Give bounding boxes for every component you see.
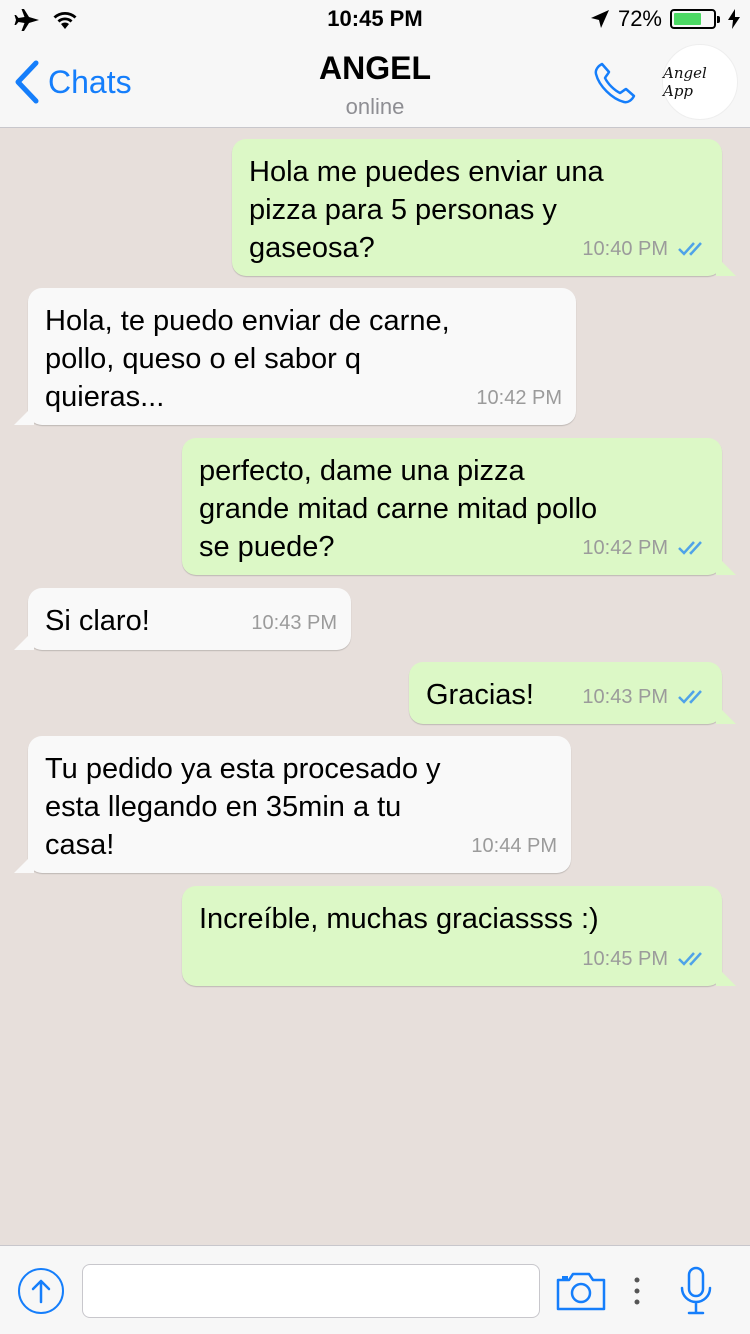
message-time: 10:43 PM [251,612,337,634]
double-check-icon [678,690,702,704]
battery-percent: 72% [617,6,662,31]
send-arrow-icon [31,1279,51,1304]
message-bubble-incoming[interactable]: Tu pedido ya esta procesado y esta llega… [14,736,571,873]
location-arrow-icon [590,10,609,28]
status-bar: 10:45 PM 72% [0,0,750,40]
message-bubble-incoming[interactable]: Si claro! 10:43 PM [14,588,351,650]
double-check-icon [678,242,702,256]
message-input-bar [0,1245,750,1334]
battery-icon [670,9,720,29]
message-time: 10:42 PM [582,537,668,559]
message-input[interactable] [82,1264,540,1318]
double-check-icon [678,952,702,966]
message-bubble-outgoing[interactable]: Gracias! 10:43 PM [409,662,736,724]
conversation-header: Chats ANGEL online Angel App [0,40,750,128]
message-bubble-outgoing[interactable]: perfecto, dame una pizza grande mitad ca… [182,438,736,575]
message-time: 10:45 PM [582,948,668,970]
message-time: 10:42 PM [476,387,562,409]
microphone-icon[interactable] [678,1266,714,1316]
avatar-logo-text: Angel App [663,64,707,100]
message-bubble-incoming[interactable]: Hola, te puedo enviar de carne, pollo, q… [14,288,576,425]
message-list[interactable]: Hola me puedes enviar una pizza para 5 p… [0,129,750,1244]
battery-level-fill [674,13,702,25]
send-arrow-button[interactable] [18,1268,64,1314]
more-dots-icon[interactable] [630,1276,644,1306]
double-check-icon [678,541,702,555]
message-time: 10:43 PM [582,686,668,708]
phone-call-icon[interactable] [588,58,640,110]
message-text: Increíble, muchas graciassss :) [199,903,599,935]
contact-avatar[interactable]: Angel App [662,44,738,120]
message-time: 10:40 PM [582,238,668,260]
camera-icon[interactable] [555,1270,607,1312]
charging-bolt-icon [728,9,740,29]
message-bubble-outgoing[interactable]: Increíble, muchas graciassss :) 10:45 PM [182,886,736,986]
message-time: 10:44 PM [471,835,557,857]
message-bubble-outgoing[interactable]: Hola me puedes enviar una pizza para 5 p… [232,139,736,276]
